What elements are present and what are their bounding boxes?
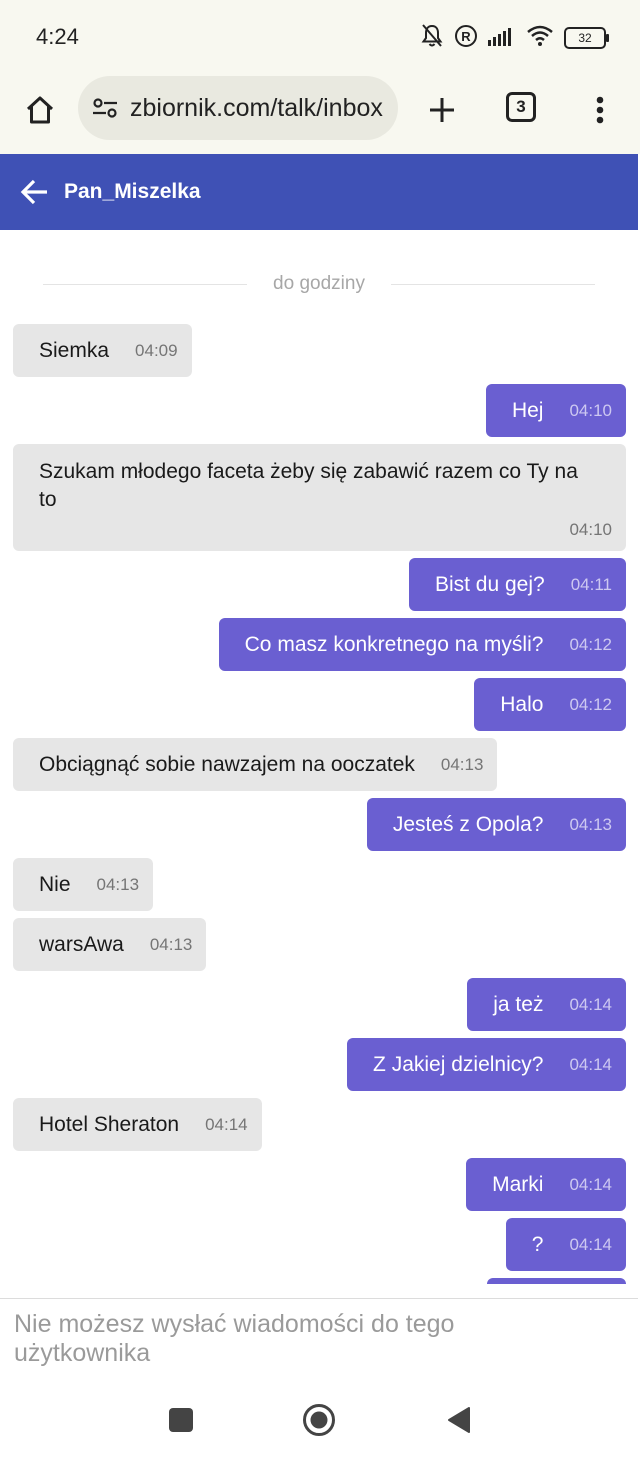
outgoing-message: Bist du gej? 04:11 <box>408 558 626 611</box>
arrow-back-icon <box>20 179 47 205</box>
message-time: 04:14 <box>569 1234 612 1254</box>
outgoing-message: Hej 04:10 <box>485 384 626 437</box>
message-text: Siemka <box>39 338 110 362</box>
outgoing-message: ja też 04:14 <box>467 978 626 1031</box>
message-text: Z Jakiej dzielnicy? <box>373 1052 544 1076</box>
outgoing-message: Jesteś z Opola? 04:13 <box>366 798 626 851</box>
message-text: Jesteś z Opola? <box>392 812 544 836</box>
status-time: 4:24 <box>36 24 79 49</box>
message-text: Bist du gej? <box>434 572 545 596</box>
message-text: ja też <box>493 992 544 1016</box>
message-text: Hotel Sheraton <box>39 1112 180 1136</box>
back-button[interactable] <box>16 174 52 210</box>
message-text: Co masz konkretnego na myśli? <box>244 632 544 656</box>
status-icons: R 32 <box>420 22 609 54</box>
message-text: Hej <box>511 398 544 422</box>
message-text: ? <box>531 1232 544 1256</box>
message-text: Halo <box>500 692 544 716</box>
address-bar[interactable]: zbiornik.com/talk/inbox <box>78 76 398 140</box>
back-triangle-icon <box>448 1407 470 1433</box>
message-text: Obciągnąć sobie nawzajem na ooczatek <box>39 752 415 776</box>
message-time: 04:13 <box>569 814 612 834</box>
chat-header: Pan_Miszelka <box>0 154 638 230</box>
new-tab-button[interactable] <box>420 88 464 132</box>
browser-toolbar: zbiornik.com/talk/inbox 3 <box>0 76 640 154</box>
incoming-message: Siemka 04:09 <box>13 324 192 377</box>
nav-back-button[interactable] <box>446 1406 472 1434</box>
message-text: warsAwa <box>39 932 124 956</box>
divider-line <box>43 283 248 285</box>
message-time: 04:14 <box>569 994 612 1014</box>
recents-button[interactable] <box>169 1408 193 1432</box>
message-time: 04:11 <box>570 574 612 594</box>
tune-icon[interactable] <box>90 93 120 123</box>
plus-icon <box>430 98 454 122</box>
bell-off-icon <box>420 23 444 54</box>
svg-text:R: R <box>461 29 471 44</box>
battery-icon: 32 <box>564 27 609 49</box>
outgoing-message: Halo 04:12 <box>474 678 626 731</box>
outgoing-message-partial <box>487 1278 626 1284</box>
message-text: Marki <box>492 1172 544 1196</box>
home-button[interactable] <box>18 88 62 132</box>
message-time: 04:12 <box>569 694 612 714</box>
message-time: 04:13 <box>149 934 193 954</box>
footer-divider <box>0 1298 638 1299</box>
message-text: Nie <box>39 872 71 896</box>
message-text: Szukam młodego faceta żeby się zabawić r… <box>39 460 578 511</box>
signal-icon <box>488 26 516 51</box>
outgoing-message: ? 04:14 <box>505 1218 626 1271</box>
more-vert-icon <box>596 96 604 124</box>
incoming-message: Nie 04:13 <box>13 858 154 911</box>
incoming-message: Szukam młodego faceta żeby się zabawić r… <box>13 444 626 551</box>
message-time: 04:09 <box>135 340 178 360</box>
message-time: 04:12 <box>569 634 612 654</box>
home-icon <box>26 96 54 124</box>
home-circle-icon <box>303 1404 335 1436</box>
wifi-icon <box>526 25 554 52</box>
status-bar: 4:24 R 32 <box>0 0 640 76</box>
message-list[interactable]: do godziny Siemka 04:09 Hej 04:10 Szukam… <box>0 230 638 1284</box>
system-nav-bar <box>0 1384 640 1458</box>
tab-switcher-button[interactable]: 3 <box>506 92 536 122</box>
browser-menu-button[interactable] <box>584 88 616 132</box>
cannot-send-notice: Nie możesz wysłać wiadomości do tego uży… <box>14 1310 455 1367</box>
message-time: 04:10 <box>569 520 612 539</box>
incoming-message: Obciągnąć sobie nawzajem na ooczatek 04:… <box>13 738 498 791</box>
outgoing-message: Z Jakiej dzielnicy? 04:14 <box>347 1038 626 1091</box>
outgoing-message: Co masz konkretnego na myśli? 04:12 <box>218 618 626 671</box>
nav-home-button[interactable] <box>302 1403 336 1437</box>
date-divider-label: do godziny <box>273 273 365 294</box>
message-time: 04:14 <box>569 1174 612 1194</box>
incoming-message: Hotel Sheraton 04:14 <box>13 1098 262 1151</box>
chat-title: Pan_Miszelka <box>64 180 201 203</box>
message-time: 04:13 <box>96 874 140 894</box>
registered-icon: R <box>454 24 478 53</box>
outgoing-message: Marki 04:14 <box>466 1158 626 1211</box>
message-time: 04:13 <box>440 754 484 774</box>
url-text: zbiornik.com/talk/inbox <box>130 93 383 122</box>
message-time: 04:14 <box>569 1054 612 1074</box>
divider-line <box>390 283 595 285</box>
incoming-message: warsAwa 04:13 <box>13 918 207 971</box>
date-divider: do godziny <box>0 266 638 302</box>
message-time: 04:14 <box>205 1114 248 1134</box>
message-time: 04:10 <box>569 400 612 420</box>
